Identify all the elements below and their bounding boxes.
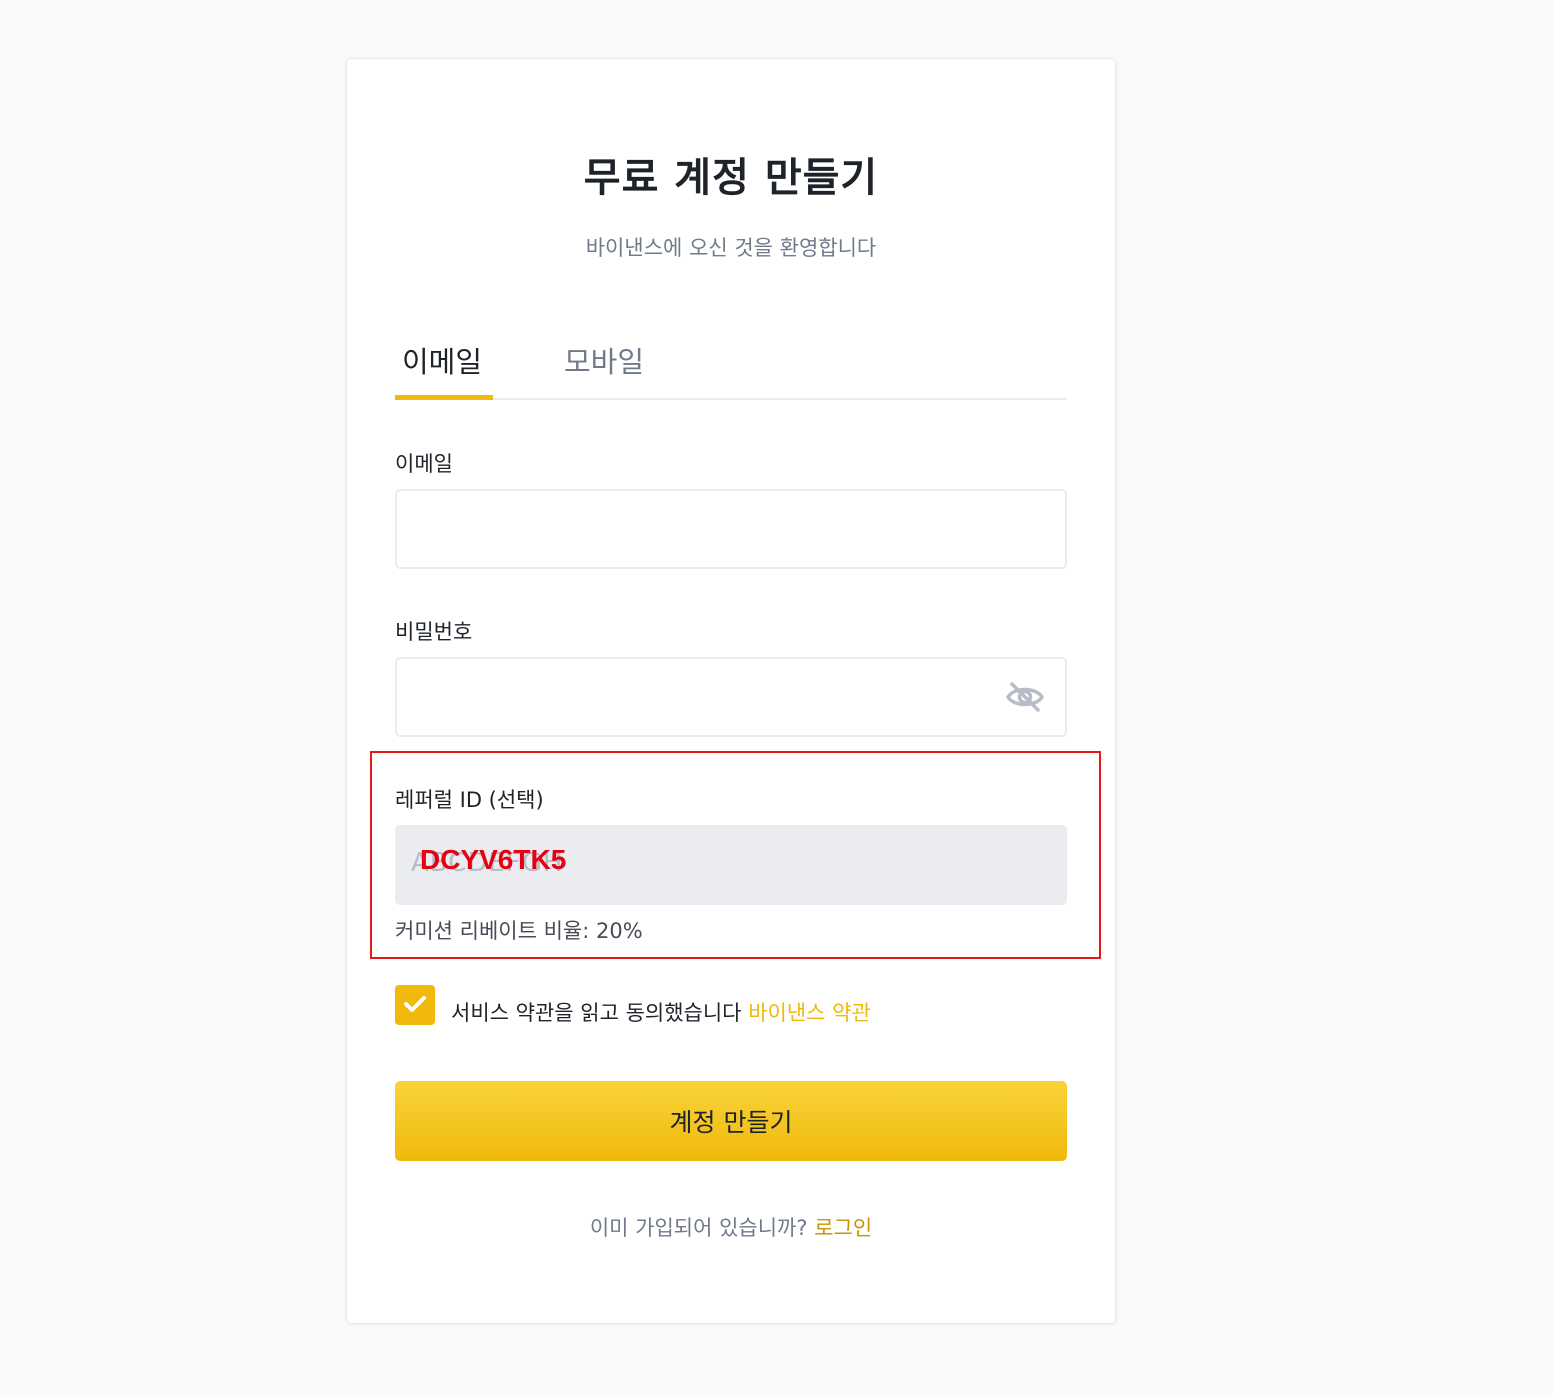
- terms-agreement: 서비스 약관을 읽고 동의했습니다 바이낸스 약관: [451, 997, 871, 1027]
- login-prompt-text: 이미 가입되어 있습니까?: [589, 1216, 808, 1240]
- login-prompt-row: 이미 가입되어 있습니까? 로그인: [347, 1212, 1115, 1242]
- email-field-container: [395, 489, 1067, 569]
- signup-card: 무료 계정 만들기 바이낸스에 오신 것을 환영합니다 이메일 모바일 이메일 …: [347, 59, 1115, 1323]
- create-account-button[interactable]: 계정 만들기: [395, 1081, 1067, 1161]
- tab-mobile[interactable]: 모바일: [564, 339, 644, 381]
- signup-method-tabs: 이메일 모바일: [395, 327, 1067, 400]
- eye-off-icon[interactable]: [1005, 681, 1045, 713]
- login-link[interactable]: 로그인: [814, 1216, 872, 1240]
- active-tab-indicator: [395, 395, 493, 400]
- page-subtitle: 바이낸스에 오신 것을 환영합니다: [585, 236, 877, 260]
- terms-text: 서비스 약관을 읽고 동의했습니다: [451, 1001, 742, 1025]
- referral-id-field[interactable]: ABCDEFGH DCYV6TK5: [395, 825, 1067, 905]
- email-field[interactable]: [397, 491, 1065, 567]
- page-title: 무료 계정 만들기: [583, 155, 879, 201]
- referral-label: 레퍼럴 ID (선택): [395, 788, 544, 812]
- referral-code-overlay: DCYV6TK5: [420, 844, 567, 875]
- password-field-container: [395, 657, 1067, 737]
- commission-rebate-rate: 커미션 리베이트 비율: 20%: [395, 919, 643, 943]
- terms-checkbox[interactable]: [395, 985, 435, 1025]
- password-field[interactable]: [397, 659, 1065, 735]
- email-label: 이메일: [395, 452, 453, 476]
- password-label: 비밀번호: [395, 620, 473, 644]
- tab-email[interactable]: 이메일: [402, 339, 482, 381]
- terms-link[interactable]: 바이낸스 약관: [748, 1001, 871, 1025]
